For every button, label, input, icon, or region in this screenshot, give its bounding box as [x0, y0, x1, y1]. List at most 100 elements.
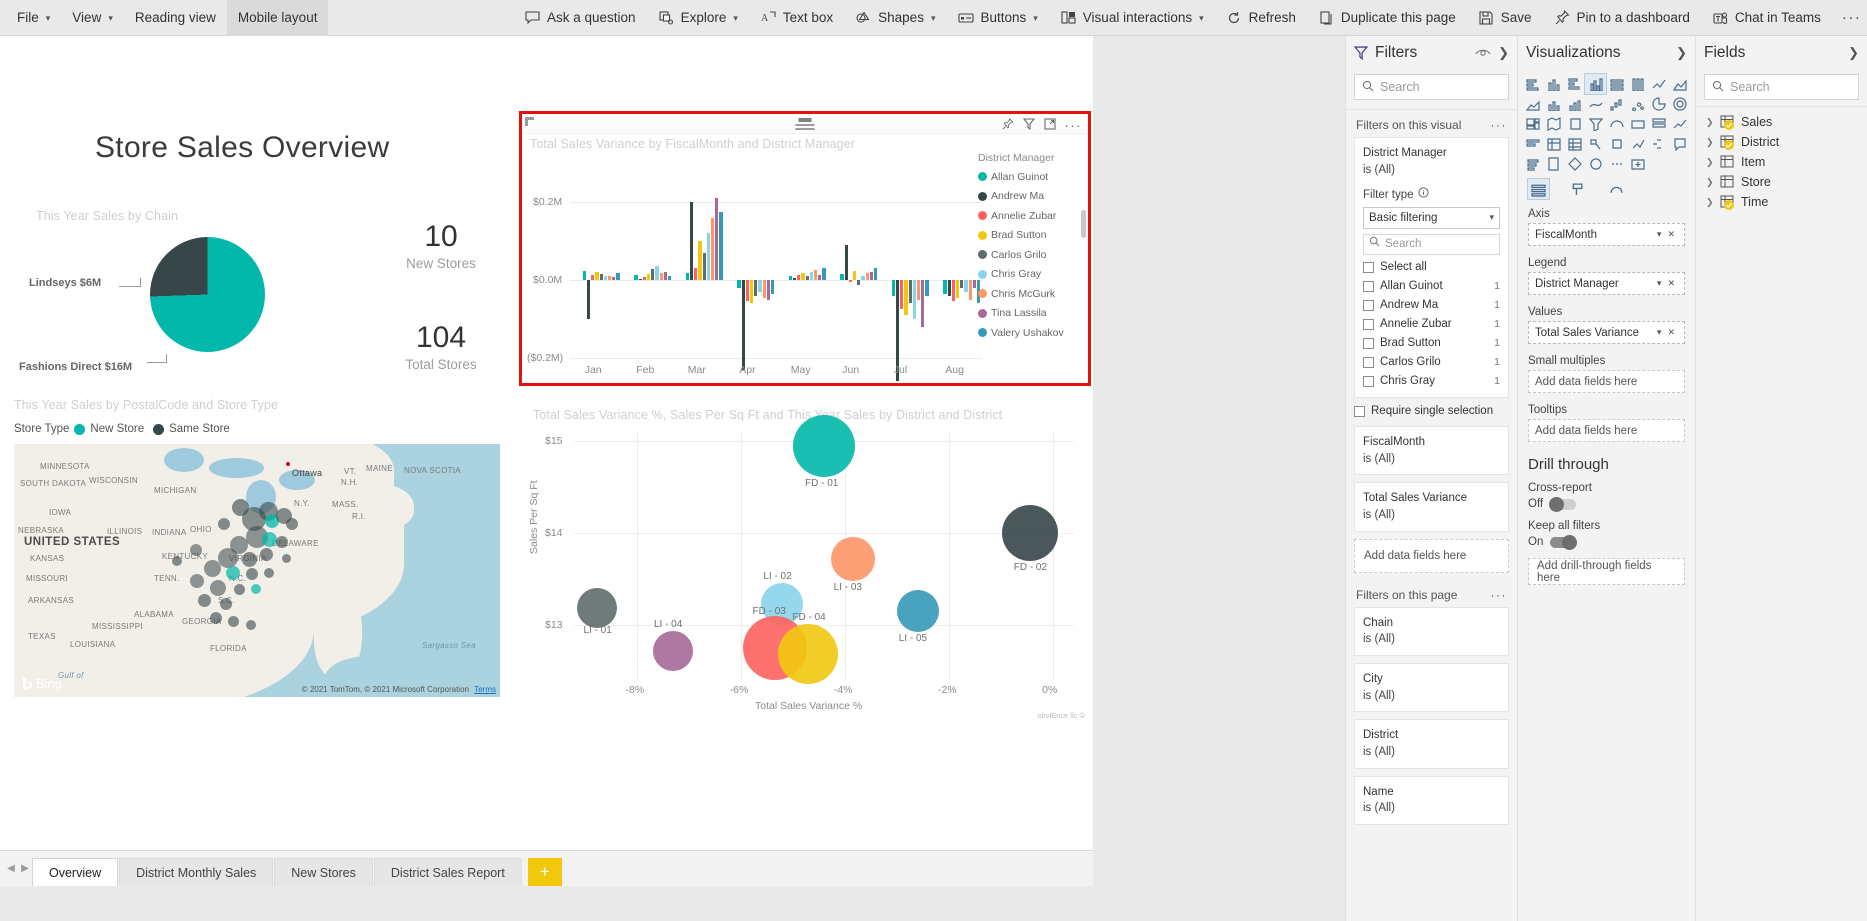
bar[interactable] [639, 279, 642, 281]
chevron-right-icon[interactable]: ❯ [1706, 137, 1714, 148]
treemap-icon[interactable] [1522, 114, 1543, 134]
bar[interactable] [818, 275, 821, 280]
kpi-icon[interactable] [1670, 114, 1691, 134]
add-drill-through-fields-dropzone[interactable]: Add drill-through fields here [1528, 558, 1685, 585]
chevron-right-icon[interactable]: ❯ [1706, 157, 1714, 168]
refresh-button[interactable]: Refresh [1215, 0, 1307, 36]
filter-card-district-manager[interactable]: District Manager is (All) Filter type Ba… [1354, 137, 1509, 398]
bar[interactable] [806, 276, 809, 280]
filter-values-search-input[interactable]: Search [1363, 234, 1500, 255]
bar[interactable] [904, 280, 907, 315]
bar[interactable] [694, 268, 697, 280]
bar[interactable] [845, 245, 848, 280]
fields-table-store[interactable]: ❯Store [1696, 172, 1867, 192]
bar[interactable] [651, 269, 654, 280]
page-tab-district-sales-report[interactable]: District Sales Report [374, 858, 522, 886]
card-new-stores[interactable]: 10 New Stores [381, 221, 501, 271]
ribbon-overflow-button[interactable]: ··· [1832, 9, 1867, 26]
keep-all-filters-toggle-row[interactable]: On [1518, 532, 1695, 548]
qa-visual-icon[interactable] [1670, 134, 1691, 154]
add-page-button[interactable]: + [528, 858, 562, 886]
ribbon-chart-icon[interactable] [1585, 94, 1606, 114]
bar[interactable] [948, 280, 951, 296]
map-terms-link[interactable]: Terms [474, 685, 496, 694]
map-visual[interactable]: This Year Sales by PostalCode and Store … [14, 398, 504, 708]
scatter-bubble[interactable] [653, 631, 693, 671]
bar[interactable] [715, 198, 718, 280]
map-bubble[interactable] [190, 544, 202, 556]
analytics-icon[interactable] [1606, 179, 1627, 199]
bar[interactable] [913, 280, 916, 319]
map-bubble[interactable] [286, 518, 298, 530]
filters-search-input[interactable]: Search [1354, 74, 1509, 100]
scatter-bubble[interactable] [1002, 505, 1058, 561]
paint-roller-icon[interactable] [1567, 179, 1588, 199]
page-filter-card[interactable]: Chainis (All) [1354, 607, 1509, 656]
info-icon[interactable] [1418, 187, 1429, 204]
arcgis-map-icon[interactable] [1585, 154, 1606, 174]
remove-field-icon[interactable]: ✕ [1664, 278, 1678, 289]
format-table-icon[interactable] [1528, 179, 1549, 199]
checkbox[interactable] [1363, 281, 1374, 292]
chevron-down-icon[interactable]: ▾ [1654, 278, 1665, 289]
field-well-empty[interactable]: Add data fields here [1528, 370, 1685, 393]
legend-label-same-store[interactable]: Same Store [169, 423, 230, 435]
scatter-bubble[interactable] [778, 624, 838, 684]
expand-filters-icon[interactable]: ❯ [1498, 45, 1509, 61]
decomposition-tree-icon[interactable] [1649, 134, 1670, 154]
bar[interactable] [973, 280, 976, 288]
filter-type-select[interactable]: Basic filtering ▾ [1363, 207, 1500, 229]
filter-item[interactable]: Brad Sutton1 [1363, 334, 1500, 353]
map-bubble[interactable] [260, 548, 273, 561]
fields-search-input[interactable]: Search [1704, 74, 1859, 100]
map-icon[interactable] [1543, 114, 1564, 134]
explore-button[interactable]: Explore ▾ [647, 0, 749, 36]
filter-item[interactable]: Carlos Grilo1 [1363, 353, 1500, 372]
bar[interactable] [758, 280, 761, 292]
focus-mode-icon[interactable] [1044, 118, 1056, 133]
menu-view[interactable]: View ▾ [61, 0, 124, 36]
power-apps-icon[interactable] [1564, 154, 1585, 174]
waterfall-chart-icon[interactable] [1607, 94, 1628, 114]
legend-item[interactable]: Valery Ushakov [978, 323, 1080, 343]
map-bubble[interactable] [246, 568, 258, 580]
chat-in-teams-button[interactable]: Chat in Teams [1701, 0, 1832, 36]
card-icon[interactable] [1628, 114, 1649, 134]
fields-table-sales[interactable]: ❯Sales [1696, 112, 1867, 132]
get-more-visuals-icon[interactable] [1628, 154, 1649, 174]
buttons-button[interactable]: Buttons ▾ [946, 0, 1048, 36]
bar[interactable] [767, 280, 770, 300]
save-button[interactable]: Save [1467, 0, 1543, 36]
map-bubble[interactable] [282, 554, 291, 563]
card-total-stores[interactable]: 104 Total Stores [381, 322, 501, 372]
scatter-chart-icon[interactable] [1628, 94, 1649, 114]
map-bubble[interactable] [234, 584, 245, 595]
gauge-icon[interactable] [1607, 114, 1628, 134]
map-bubble[interactable] [251, 584, 261, 594]
field-well-empty[interactable]: Add data fields here [1528, 419, 1685, 442]
scatter-bubble[interactable] [897, 590, 939, 632]
checkbox[interactable] [1363, 357, 1374, 368]
more-visuals-icon[interactable] [1607, 154, 1628, 174]
bar[interactable] [634, 275, 637, 280]
scatter-bubble[interactable] [793, 415, 855, 477]
bar[interactable] [909, 280, 912, 303]
pie-chart-icon[interactable] [1649, 94, 1670, 114]
map-bubble[interactable] [262, 532, 277, 547]
map-bubble[interactable] [198, 594, 211, 607]
map-bubble[interactable] [276, 536, 288, 548]
bar[interactable] [960, 280, 963, 288]
bar-chart-plot[interactable] [570, 158, 982, 373]
map-bubble[interactable] [220, 598, 232, 610]
bar[interactable] [664, 272, 667, 280]
pin-to-dashboard-button[interactable]: Pin to a dashboard [1543, 0, 1701, 36]
page-tab-district-monthly-sales[interactable]: District Monthly Sales [119, 858, 273, 886]
donut-chart-icon[interactable] [1670, 94, 1691, 114]
visual-corner-handle[interactable] [525, 117, 534, 126]
legend-item[interactable]: Allan Guinot [978, 167, 1080, 187]
legend-item[interactable]: Andrew Ma [978, 187, 1080, 207]
filled-map-icon[interactable] [1564, 114, 1585, 134]
shapes-button[interactable]: Shapes ▾ [844, 0, 946, 36]
checkbox[interactable] [1363, 300, 1374, 311]
map-bubble[interactable] [210, 580, 226, 596]
